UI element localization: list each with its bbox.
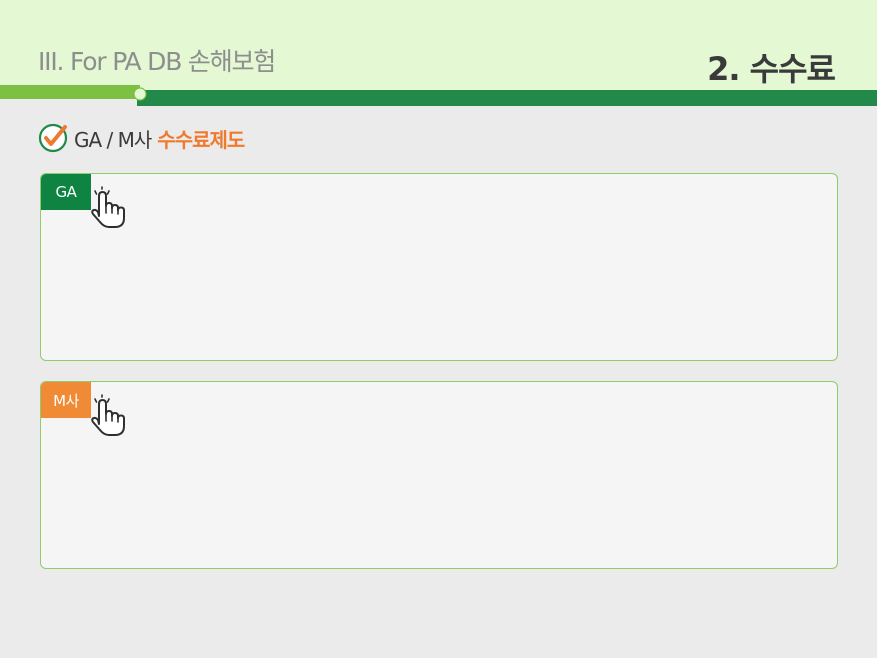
subheading-highlight: 수수료제도: [157, 127, 245, 152]
header-rule-left: [0, 85, 140, 99]
hand-pointer-icon[interactable]: [87, 394, 129, 438]
rule-knot-icon: [133, 87, 147, 101]
check-circle-icon: [38, 123, 68, 153]
subheading: GA / M사 수수료제도: [38, 123, 245, 153]
section-title: III. For PA DB 손해보험: [38, 47, 276, 76]
hand-pointer-icon[interactable]: [87, 186, 129, 230]
m-company-tab[interactable]: M사: [41, 382, 91, 418]
page-title: 2. 수수료: [707, 50, 836, 88]
ga-panel: GA: [40, 173, 838, 361]
m-company-panel: M사: [40, 381, 838, 569]
subheading-prefix: GA / M사: [74, 127, 152, 152]
ga-tab[interactable]: GA: [41, 174, 91, 210]
header-rule-right: [137, 90, 877, 106]
